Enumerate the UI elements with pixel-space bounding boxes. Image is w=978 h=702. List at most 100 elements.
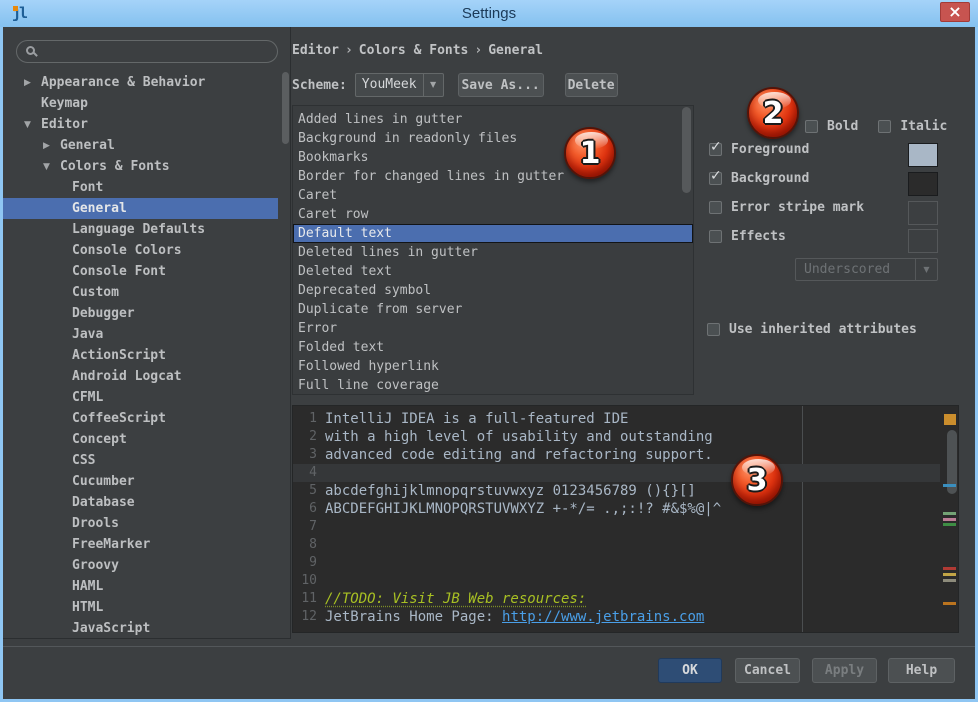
effects-checkbox[interactable] — [709, 230, 722, 243]
chevron-down-icon: ▼ — [915, 259, 937, 280]
sidebar-item-font[interactable]: Font — [3, 177, 278, 198]
option-item-full-line-coverage[interactable]: Full line coverage — [293, 376, 693, 395]
line-number: 10 — [293, 572, 317, 590]
option-item-folded-text[interactable]: Folded text — [293, 338, 693, 357]
sidebar-item-android-logcat[interactable]: Android Logcat — [3, 366, 278, 387]
sidebar-item-javascript[interactable]: JavaScript — [3, 618, 278, 639]
option-item-background-in-readonly-files[interactable]: Background in readonly files — [293, 129, 693, 148]
apply-button[interactable]: Apply — [812, 658, 877, 683]
sidebar-item-haml[interactable]: HAML — [3, 576, 278, 597]
sidebar-item-console-colors[interactable]: Console Colors — [3, 240, 278, 261]
sidebar-item-html[interactable]: HTML — [3, 597, 278, 618]
sidebar-item-language-defaults[interactable]: Language Defaults — [3, 219, 278, 240]
italic-checkbox[interactable] — [878, 120, 891, 133]
stripe-tick-orange[interactable] — [943, 602, 956, 605]
breadcrumb-item-editor: Editor — [292, 43, 339, 58]
line-number: 5 — [293, 482, 317, 500]
foreground-color-swatch[interactable] — [908, 143, 938, 167]
tree-item-label: Concept — [72, 432, 127, 447]
tree-item-label: Editor — [41, 117, 88, 132]
delete-button[interactable]: Delete — [565, 73, 618, 97]
background-checkbox[interactable] — [709, 172, 722, 185]
collapse-arrow-icon[interactable]: ▼ — [43, 162, 60, 172]
help-button[interactable]: Help — [888, 658, 955, 683]
sidebar-item-freemarker[interactable]: FreeMarker — [3, 534, 278, 555]
option-item-error[interactable]: Error — [293, 319, 693, 338]
sidebar-item-concept[interactable]: Concept — [3, 429, 278, 450]
sidebar-item-console-font[interactable]: Console Font — [3, 261, 278, 282]
stripe-square-orange[interactable] — [944, 414, 956, 425]
tree-item-label: Console Colors — [72, 243, 182, 258]
effect-style-select[interactable]: Underscored ▼ — [795, 258, 938, 281]
sidebar-item-cucumber[interactable]: Cucumber — [3, 471, 278, 492]
foreground-checkbox[interactable] — [709, 143, 722, 156]
option-item-deleted-lines-in-gutter[interactable]: Deleted lines in gutter — [293, 243, 693, 262]
sidebar-item-appearance-behavior[interactable]: ▶Appearance & Behavior — [3, 72, 278, 93]
tree-item-label: Cucumber — [72, 474, 135, 489]
sidebar-item-groovy[interactable]: Groovy — [3, 555, 278, 576]
options-list-scrollbar[interactable] — [682, 107, 691, 193]
stripe-tick-red[interactable] — [943, 567, 956, 570]
save-as-button[interactable]: Save As... — [458, 73, 544, 97]
option-item-caret[interactable]: Caret — [293, 186, 693, 205]
background-color-swatch[interactable] — [908, 172, 938, 196]
sidebar-scrollbar[interactable] — [282, 72, 289, 144]
stripe-tick-blue[interactable] — [943, 484, 956, 487]
error-stripe — [940, 406, 958, 632]
stripe-tick-yellow[interactable] — [943, 573, 956, 576]
option-item-deleted-text[interactable]: Deleted text — [293, 262, 693, 281]
annotation-badge-1: 1 — [564, 127, 616, 179]
use-inherited-attributes-checkbox[interactable] — [707, 323, 720, 336]
ok-button[interactable]: OK — [658, 658, 722, 683]
stripe-tick-pink[interactable] — [943, 518, 956, 521]
sidebar-item-css[interactable]: CSS — [3, 450, 278, 471]
tree-item-label: Custom — [72, 285, 119, 300]
option-item-default-text[interactable]: Default text — [293, 224, 693, 243]
option-item-followed-hyperlink[interactable]: Followed hyperlink — [293, 357, 693, 376]
sidebar-item-drools[interactable]: Drools — [3, 513, 278, 534]
breadcrumb-separator: › — [474, 43, 482, 58]
option-item-caret-row[interactable]: Caret row — [293, 205, 693, 224]
sidebar-item-cfml[interactable]: CFML — [3, 387, 278, 408]
bold-checkbox[interactable] — [805, 120, 818, 133]
option-item-added-lines-in-gutter[interactable]: Added lines in gutter — [293, 110, 693, 129]
sidebar-item-keymap[interactable]: Keymap — [3, 93, 278, 114]
tree-item-label: Keymap — [41, 96, 88, 111]
stripe-tick-green[interactable] — [943, 523, 956, 526]
close-icon[interactable]: × — [940, 2, 970, 22]
stripe-tick-gray[interactable] — [943, 579, 956, 582]
sidebar-item-colors-fonts[interactable]: ▼Colors & Fonts — [3, 156, 278, 177]
effects-color-swatch[interactable] — [908, 229, 938, 253]
background-row: Background — [709, 171, 809, 185]
sidebar-item-editor[interactable]: ▼Editor — [3, 114, 278, 135]
sidebar-item-database[interactable]: Database — [3, 492, 278, 513]
sidebar-item-java[interactable]: Java — [3, 324, 278, 345]
sidebar-item-coffeescript[interactable]: CoffeeScript — [3, 408, 278, 429]
scheme-select[interactable]: YouMeek ▼ — [355, 73, 444, 97]
cancel-button[interactable]: Cancel — [735, 658, 800, 683]
option-item-duplicate-from-server[interactable]: Duplicate from server — [293, 300, 693, 319]
error-stripe-color-swatch[interactable] — [908, 201, 938, 225]
collapse-arrow-icon[interactable]: ▼ — [24, 120, 41, 130]
line-number: 8 — [293, 536, 317, 554]
sidebar-item-actionscript[interactable]: ActionScript — [3, 345, 278, 366]
error-stripe-mark-checkbox[interactable] — [709, 201, 722, 214]
window-title: Settings — [0, 5, 978, 22]
stripe-tick-lightgreen[interactable] — [943, 512, 956, 515]
search-input[interactable] — [43, 43, 268, 60]
sidebar-item-debugger[interactable]: Debugger — [3, 303, 278, 324]
sidebar-item-general[interactable]: ▶General — [3, 135, 278, 156]
breadcrumb-separator: › — [345, 43, 353, 58]
option-item-deprecated-symbol[interactable]: Deprecated symbol — [293, 281, 693, 300]
preview-line-4: 4 — [293, 464, 940, 482]
option-item-border-for-changed-lines-in-gutter[interactable]: Border for changed lines in gutter — [293, 167, 693, 186]
expand-arrow-icon[interactable]: ▶ — [24, 78, 41, 88]
expand-arrow-icon[interactable]: ▶ — [43, 141, 60, 151]
option-item-bookmarks[interactable]: Bookmarks — [293, 148, 693, 167]
preview-line-1: 1IntelliJ IDEA is a full-featured IDE — [293, 410, 940, 428]
tree-item-label: CFML — [72, 390, 103, 405]
sidebar-item-custom[interactable]: Custom — [3, 282, 278, 303]
sidebar-item-general[interactable]: General — [3, 198, 278, 219]
search-box[interactable] — [16, 40, 278, 63]
color-options-list: Added lines in gutterBackground in reado… — [292, 105, 694, 395]
